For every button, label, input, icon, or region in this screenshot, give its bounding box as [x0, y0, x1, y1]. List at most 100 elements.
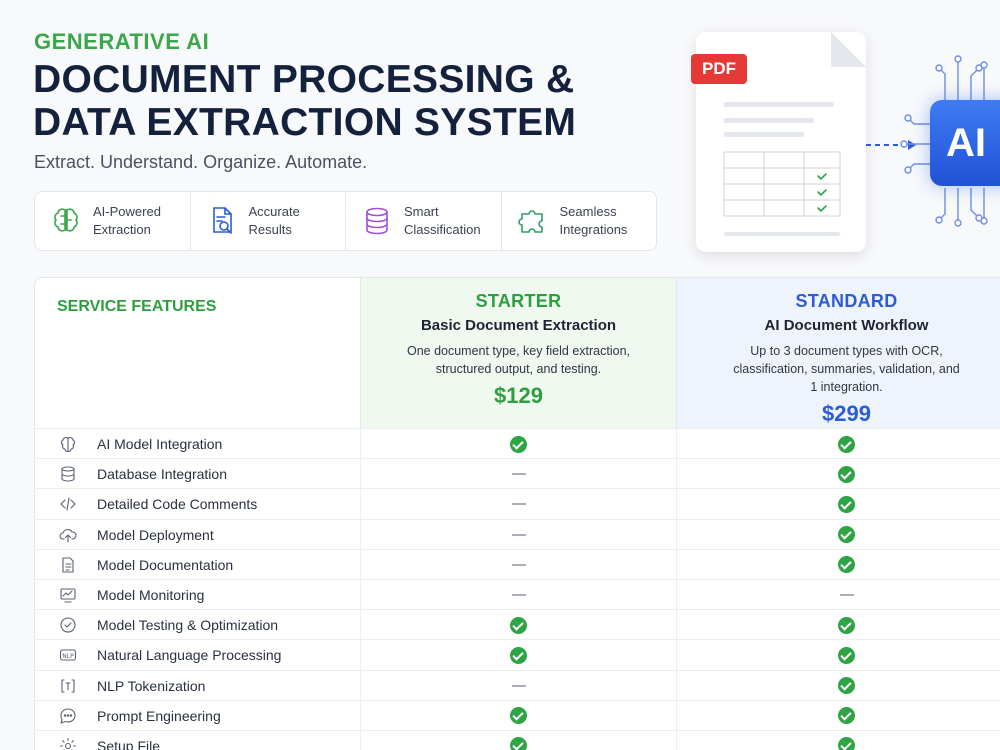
title-line-2: DATA EXTRACTION SYSTEM: [33, 101, 577, 144]
dash-icon: [511, 593, 526, 596]
chat-icon: [60, 708, 76, 724]
features-column-header: SERVICE FEATURES: [35, 278, 360, 428]
check-icon: [838, 616, 855, 634]
check-icon: [838, 435, 855, 453]
dash-icon: [511, 503, 526, 506]
check-icon: [510, 646, 527, 664]
feature-name: Model Documentation: [97, 556, 234, 573]
check-icon: [838, 737, 855, 750]
puzzle-icon: [517, 210, 543, 233]
feature-name: Model Testing & Optimization: [97, 617, 279, 634]
table-row: Prompt Engineering: [35, 699, 1000, 731]
feature-name: Setup File: [97, 737, 161, 750]
dash-icon: [511, 473, 526, 476]
plan-description: Up to 3 document types with OCR, classif…: [733, 344, 960, 394]
cloud-upload-icon: [59, 528, 77, 543]
code-icon: [60, 497, 76, 511]
ai-chip: AI: [930, 100, 1000, 186]
plan-header-standard: STANDARD AI Document Workflow Up to 3 do…: [676, 278, 1000, 428]
check-circle-icon: [60, 617, 76, 633]
feature-name: Model Deployment: [97, 526, 214, 543]
feature-smart-classification: Smart Classification: [346, 192, 502, 250]
plan-description: One document type, key field extraction,…: [406, 344, 631, 376]
cell-standard: [676, 459, 1000, 490]
monitor-chart-icon: [60, 588, 76, 603]
plan-subtitle: AI Document Workflow: [764, 317, 929, 334]
cell-standard: [676, 670, 1000, 701]
cell-standard: [676, 429, 1000, 459]
dash-icon: [511, 533, 526, 536]
feature-rows: AI Model Integration Database Integration…: [35, 428, 1000, 750]
feature-label: Smart Classification: [404, 204, 481, 237]
cell-starter: [360, 640, 676, 671]
cell-starter: [360, 610, 676, 641]
cell-standard: [676, 549, 1000, 580]
token-icon: [61, 678, 75, 693]
dash-icon: [511, 684, 526, 687]
cell-standard: [676, 579, 1000, 610]
feature-name: Natural Language Processing: [97, 647, 282, 664]
table-row: NLP Natural Language Processing: [35, 639, 1000, 671]
cell-starter: [360, 429, 676, 459]
feature-name: NLP Tokenization: [97, 677, 206, 694]
plan-price: $129: [494, 383, 543, 408]
table-row: Setup File: [35, 729, 1000, 750]
check-icon: [510, 737, 527, 750]
dash-icon: [839, 593, 854, 596]
cell-starter: [360, 549, 676, 580]
cell-standard: [676, 610, 1000, 641]
dash-icon: [511, 563, 526, 566]
cell-starter: [360, 579, 676, 610]
cell-starter: [360, 700, 676, 731]
check-icon: [838, 495, 855, 513]
cell-starter: [360, 489, 676, 520]
cell-starter: [360, 730, 676, 750]
plan-subtitle: Basic Document Extraction: [420, 317, 617, 334]
cell-standard: [676, 519, 1000, 550]
cell-standard: [676, 730, 1000, 750]
feature-label: AI-Powered Extraction: [93, 204, 161, 237]
plan-name: STARTER: [475, 291, 562, 311]
feature-name: Detailed Code Comments: [97, 496, 258, 513]
plan-name: STANDARD: [795, 291, 898, 311]
nlp-icon: NLP: [59, 649, 77, 661]
check-icon: [838, 677, 855, 694]
document-icon: [62, 557, 74, 573]
eyebrow-label: GENERATIVE AI: [34, 29, 210, 54]
cell-standard: [676, 640, 1000, 671]
database-icon: [61, 466, 75, 482]
table-row: Model Monitoring: [35, 578, 1000, 610]
pdf-badge: PDF: [691, 54, 747, 84]
cell-standard: [676, 489, 1000, 520]
feature-seamless-integrations: Seamless Integrations: [502, 192, 657, 250]
title-line-1: DOCUMENT PROCESSING &: [33, 58, 575, 101]
document-search-icon: [212, 207, 232, 234]
table-row: Detailed Code Comments: [35, 488, 1000, 520]
feature-name: Database Integration: [97, 466, 227, 483]
cell-standard: [676, 700, 1000, 731]
feature-label: Accurate Results: [248, 204, 300, 237]
table-row: AI Model Integration: [35, 428, 1000, 459]
cell-starter: [360, 519, 676, 550]
feature-label: Seamless Integrations: [559, 204, 628, 237]
gear-icon: [59, 737, 77, 750]
pricing-comparison-table: SERVICE FEATURES STARTER Basic Document …: [34, 277, 1000, 750]
check-icon: [510, 616, 527, 634]
table-row: NLP Tokenization: [35, 669, 1000, 701]
cell-starter: [360, 459, 676, 490]
plan-header-starter: STARTER Basic Document Extraction One do…: [360, 278, 676, 428]
table-row: Model Deployment: [35, 518, 1000, 550]
database-icon: [366, 207, 388, 235]
service-features-heading: SERVICE FEATURES: [57, 298, 217, 315]
feature-strip: AI-Powered Extraction Accurate Results S…: [34, 191, 657, 251]
feature-name: Prompt Engineering: [97, 707, 221, 724]
check-icon: [838, 556, 855, 574]
check-icon: [838, 465, 855, 483]
svg-text:NLP: NLP: [62, 653, 74, 660]
check-icon: [510, 435, 527, 453]
page-title: DOCUMENT PROCESSING & DATA EXTRACTION SY…: [33, 58, 633, 144]
feature-ai-powered: AI-Powered Extraction: [35, 192, 191, 250]
feature-name: AI Model Integration: [97, 436, 223, 452]
check-icon: [838, 707, 855, 725]
check-icon: [838, 526, 855, 544]
